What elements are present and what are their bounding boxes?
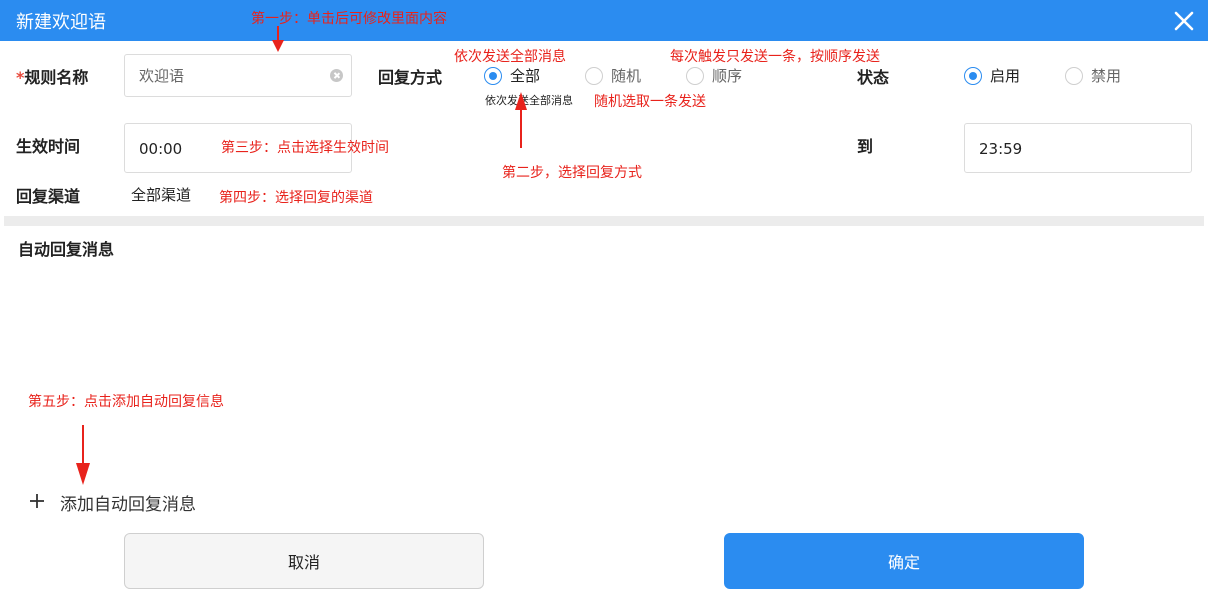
status-disabled-radio[interactable] xyxy=(1065,67,1083,85)
auto-reply-title: 自动回复消息 xyxy=(18,240,115,259)
rule-name-label-text: 规则名称 xyxy=(24,68,89,87)
add-auto-reply-label: 添加自动回复消息 xyxy=(60,495,196,515)
dialog-title: 新建欢迎语 xyxy=(16,12,106,33)
annotation-step5: 第五步：点击添加自动回复信息 xyxy=(28,394,224,410)
status-enabled-label[interactable]: 启用 xyxy=(990,65,1020,86)
annotation-step4: 第四步：选择回复的渠道 xyxy=(219,190,373,206)
section-divider xyxy=(4,216,1204,226)
reply-mode-all-label[interactable]: 全部 xyxy=(510,65,540,86)
reply-mode-order-label[interactable]: 顺序 xyxy=(712,65,742,86)
confirm-button[interactable]: 确定 xyxy=(724,533,1084,589)
channel-label: 回复渠道 xyxy=(16,187,81,206)
close-icon[interactable] xyxy=(1170,7,1198,35)
arrow-down-icon xyxy=(76,425,90,485)
annotation-step1: 第一步：单击后可修改里面内容 xyxy=(251,11,447,27)
reply-mode-random-radio[interactable] xyxy=(585,67,603,85)
cancel-button[interactable]: 取消 xyxy=(124,533,484,589)
annotation-all-mode: 依次发送全部消息 xyxy=(454,49,566,65)
reply-mode-label: 回复方式 xyxy=(378,68,443,87)
arrow-up-icon xyxy=(515,92,527,148)
to-label: 到 xyxy=(857,137,874,156)
annotation-random-mode: 随机选取一条发送 xyxy=(594,94,706,110)
plus-icon xyxy=(30,494,44,508)
dialog-titlebar: 新建欢迎语 xyxy=(0,0,1208,41)
rule-name-placeholder: 欢迎语 xyxy=(139,67,185,85)
reply-mode-all-radio[interactable] xyxy=(484,67,502,85)
effective-time-label: 生效时间 xyxy=(16,137,81,156)
reply-mode-order-radio[interactable] xyxy=(686,67,704,85)
clear-icon[interactable] xyxy=(330,69,343,82)
start-time-value: 00:00 xyxy=(139,140,183,158)
channel-value[interactable]: 全部渠道 xyxy=(131,184,191,205)
end-time-input[interactable]: 23:59 xyxy=(964,123,1192,173)
arrow-down-icon xyxy=(272,26,284,52)
end-time-value: 23:59 xyxy=(979,140,1023,158)
rule-name-label: *规则名称 xyxy=(16,64,88,88)
reply-mode-random-label[interactable]: 随机 xyxy=(611,65,641,86)
rule-name-input[interactable]: 欢迎语 xyxy=(124,54,352,97)
annotation-order-mode: 每次触发只发送一条，按顺序发送 xyxy=(670,49,880,65)
annotation-step2: 第二步，选择回复方式 xyxy=(502,165,642,181)
status-disabled-label[interactable]: 禁用 xyxy=(1091,65,1121,86)
status-enabled-radio[interactable] xyxy=(964,67,982,85)
status-label: 状态 xyxy=(857,68,890,87)
annotation-step3: 第三步：点击选择生效时间 xyxy=(221,140,389,156)
